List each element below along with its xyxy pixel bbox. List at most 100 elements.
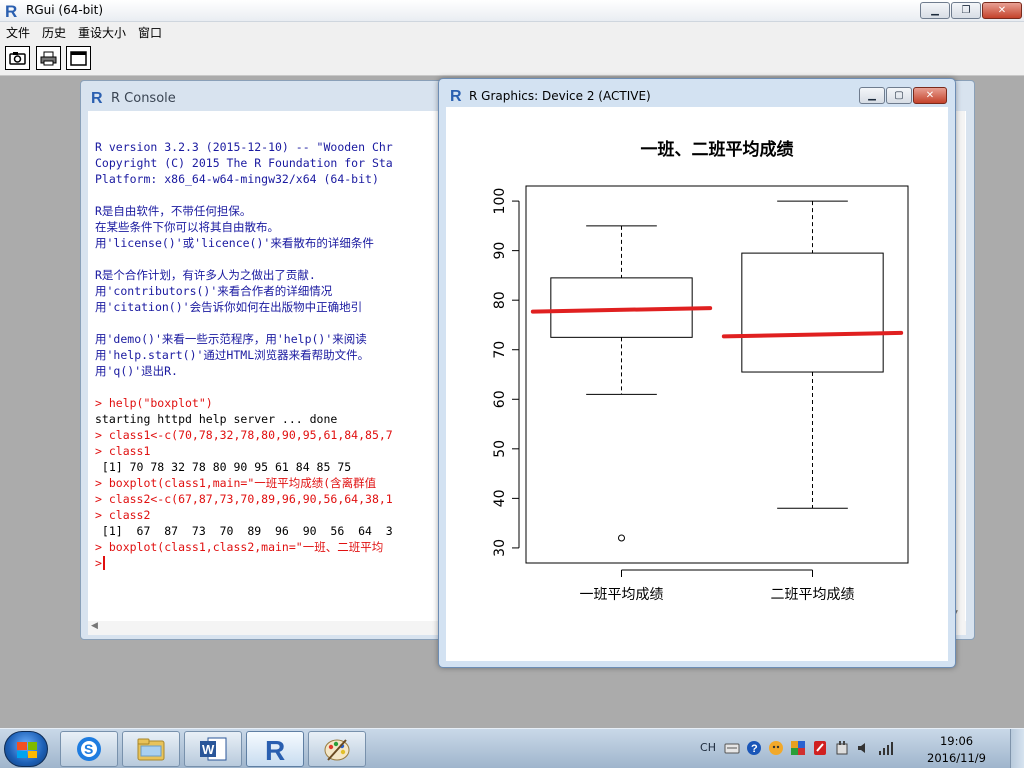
- toolbar: [0, 41, 1024, 76]
- console-output-line: 用'help.start()'通过HTML浏览器来看帮助文件。: [95, 348, 370, 362]
- console-output-line: 用'demo()'来看一些示范程序，用'help()'来阅读: [95, 332, 367, 346]
- console-prompt-line[interactable]: >: [95, 555, 393, 571]
- console-output-line: 用'license()'或'licence()'来看散布的详细条件: [95, 236, 374, 250]
- restore-icon: ❐: [961, 4, 971, 16]
- console-output-line: 在某些条件下你可以将其自由散布。: [95, 220, 279, 234]
- menu-history[interactable]: 历史: [36, 22, 72, 41]
- network-app-icon[interactable]: [790, 740, 806, 756]
- console-input-line: > boxplot(class1,main="一班平均成绩(含离群值: [95, 476, 377, 490]
- open-script-button[interactable]: [5, 46, 30, 70]
- volume-icon[interactable]: [856, 740, 872, 756]
- svg-text:R: R: [5, 2, 17, 19]
- svg-text:?: ?: [751, 743, 758, 755]
- start-button[interactable]: [4, 731, 48, 767]
- console-output-line: [1] 67 87 73 70 89 96 90 56 64 3: [95, 524, 393, 538]
- taskbar: S W R CH ? 19:06 2016/11/9: [0, 728, 1024, 768]
- console-text: R version 3.2.3 (2015-12-10) -- "Wooden …: [95, 139, 393, 571]
- paint-icon: [324, 739, 350, 761]
- taskbar-paint[interactable]: [308, 731, 366, 767]
- rgui-window-title: RGui (64-bit): [26, 3, 104, 17]
- close-icon: ✕: [997, 4, 1007, 16]
- scroll-left-icon[interactable]: ◀: [91, 621, 98, 631]
- taskbar-word[interactable]: W: [184, 731, 242, 767]
- security-icon[interactable]: [812, 740, 828, 756]
- y-tick-label: 60: [492, 390, 508, 408]
- graphics-window-title: R Graphics: Device 2 (ACTIVE): [469, 89, 651, 103]
- y-tick-label: 90: [492, 242, 508, 260]
- outlier-point: [618, 534, 625, 542]
- graphics-maximize-button[interactable]: ▢: [886, 87, 912, 104]
- taskbar-clock[interactable]: 19:06 2016/11/9: [927, 733, 986, 767]
- file-explorer-icon: [137, 738, 165, 761]
- y-tick-label: 80: [492, 291, 508, 309]
- median-line: [530, 306, 713, 314]
- minimize-icon: ▁: [931, 4, 939, 16]
- svg-text:W: W: [202, 742, 215, 757]
- graphics-titlebar[interactable]: R R Graphics: Device 2 (ACTIVE) ▁ ▢ ✕: [439, 79, 955, 107]
- word-icon: W: [200, 737, 227, 761]
- taskbar-file-explorer[interactable]: [122, 731, 180, 767]
- menu-window[interactable]: 窗口: [132, 22, 168, 41]
- sogou-browser-icon: S: [77, 737, 101, 761]
- svg-text:R: R: [450, 88, 462, 103]
- keyboard-icon[interactable]: [724, 740, 740, 756]
- svg-text:S: S: [84, 741, 93, 757]
- console-input-line: > class1: [95, 444, 151, 458]
- graphics-minimize-button[interactable]: ▁: [859, 87, 885, 104]
- minimize-icon: ▁: [868, 89, 876, 101]
- console-input-line: > boxplot(class1,class2,main="一班、二班平均: [95, 540, 384, 554]
- console-output-line: Copyright (C) 2015 The R Foundation for …: [95, 156, 393, 170]
- console-window-icon: [70, 50, 87, 66]
- help-icon[interactable]: ?: [746, 740, 762, 756]
- sogou-input-icon[interactable]: [768, 740, 784, 756]
- system-tray: CH ? 19:06 2016/11/9: [694, 729, 1024, 768]
- r-logo-icon: R: [5, 2, 17, 19]
- menu-resize[interactable]: 重设大小: [72, 22, 132, 41]
- rgui-restore-button[interactable]: ❐: [951, 2, 981, 19]
- x-tick-label: 一班平均成绩: [580, 587, 664, 603]
- r-icon: R: [265, 735, 285, 763]
- console-output-line: R version 3.2.3 (2015-12-10) -- "Wooden …: [95, 140, 393, 154]
- plot-area[interactable]: 一班、二班平均成绩 30 40 50 60 70 80 90 100 一班平均成绩 二班平均成绩: [446, 107, 948, 661]
- console-output-line: starting httpd help server ... done: [95, 412, 338, 426]
- box-iqr: [741, 252, 884, 373]
- y-tick-label: 30: [492, 539, 508, 557]
- r-graphics-window[interactable]: R R Graphics: Device 2 (ACTIVE) ▁ ▢ ✕ 一班…: [438, 78, 956, 668]
- svg-text:R: R: [91, 90, 103, 105]
- power-icon[interactable]: [834, 740, 850, 756]
- console-input-line: > help("boxplot"): [95, 396, 213, 410]
- svg-text:R: R: [265, 735, 285, 763]
- text-cursor: [102, 556, 105, 570]
- console-output-line: R是个合作计划，有许多人为之做出了贡献.: [95, 268, 316, 282]
- rgui-titlebar[interactable]: R RGui (64-bit) ▁ ❐ ✕: [0, 0, 1024, 22]
- show-desktop-button[interactable]: [1010, 729, 1024, 768]
- console-window-button[interactable]: [66, 46, 91, 70]
- y-tick-label: 40: [492, 489, 508, 507]
- console-output-line: 用'contributors()'来看合作者的详细情况: [95, 284, 333, 298]
- r-logo-icon: R: [450, 88, 462, 103]
- graphics-window-controls: ▁ ▢ ✕: [859, 87, 947, 104]
- taskbar-sogou-browser[interactable]: S: [60, 731, 118, 767]
- ime-language-indicator[interactable]: CH: [700, 741, 716, 754]
- y-tick-label: 70: [492, 341, 508, 359]
- console-output-line: Platform: x86_64-w64-mingw32/x64 (64-bit…: [95, 172, 379, 186]
- graphics-close-button[interactable]: ✕: [913, 87, 947, 104]
- console-output-line: [1] 70 78 32 78 80 90 95 61 84 85 75: [95, 460, 352, 474]
- close-icon: ✕: [925, 89, 935, 101]
- console-output-line: 用'q()'退出R.: [95, 364, 178, 378]
- y-tick-label: 100: [492, 188, 508, 215]
- y-tick-label: 50: [492, 440, 508, 458]
- print-button[interactable]: [36, 46, 61, 70]
- taskbar-r[interactable]: R: [246, 731, 304, 767]
- clock-date: 2016/11/9: [927, 751, 986, 765]
- rgui-close-button[interactable]: ✕: [982, 2, 1022, 19]
- signal-icon[interactable]: [878, 740, 894, 756]
- rgui-minimize-button[interactable]: ▁: [920, 2, 950, 19]
- clock-time: 19:06: [939, 734, 974, 748]
- median-line: [721, 330, 904, 339]
- windows-logo-icon: [17, 742, 37, 758]
- r-logo-icon: R: [91, 90, 103, 105]
- menu-file[interactable]: 文件: [0, 22, 36, 41]
